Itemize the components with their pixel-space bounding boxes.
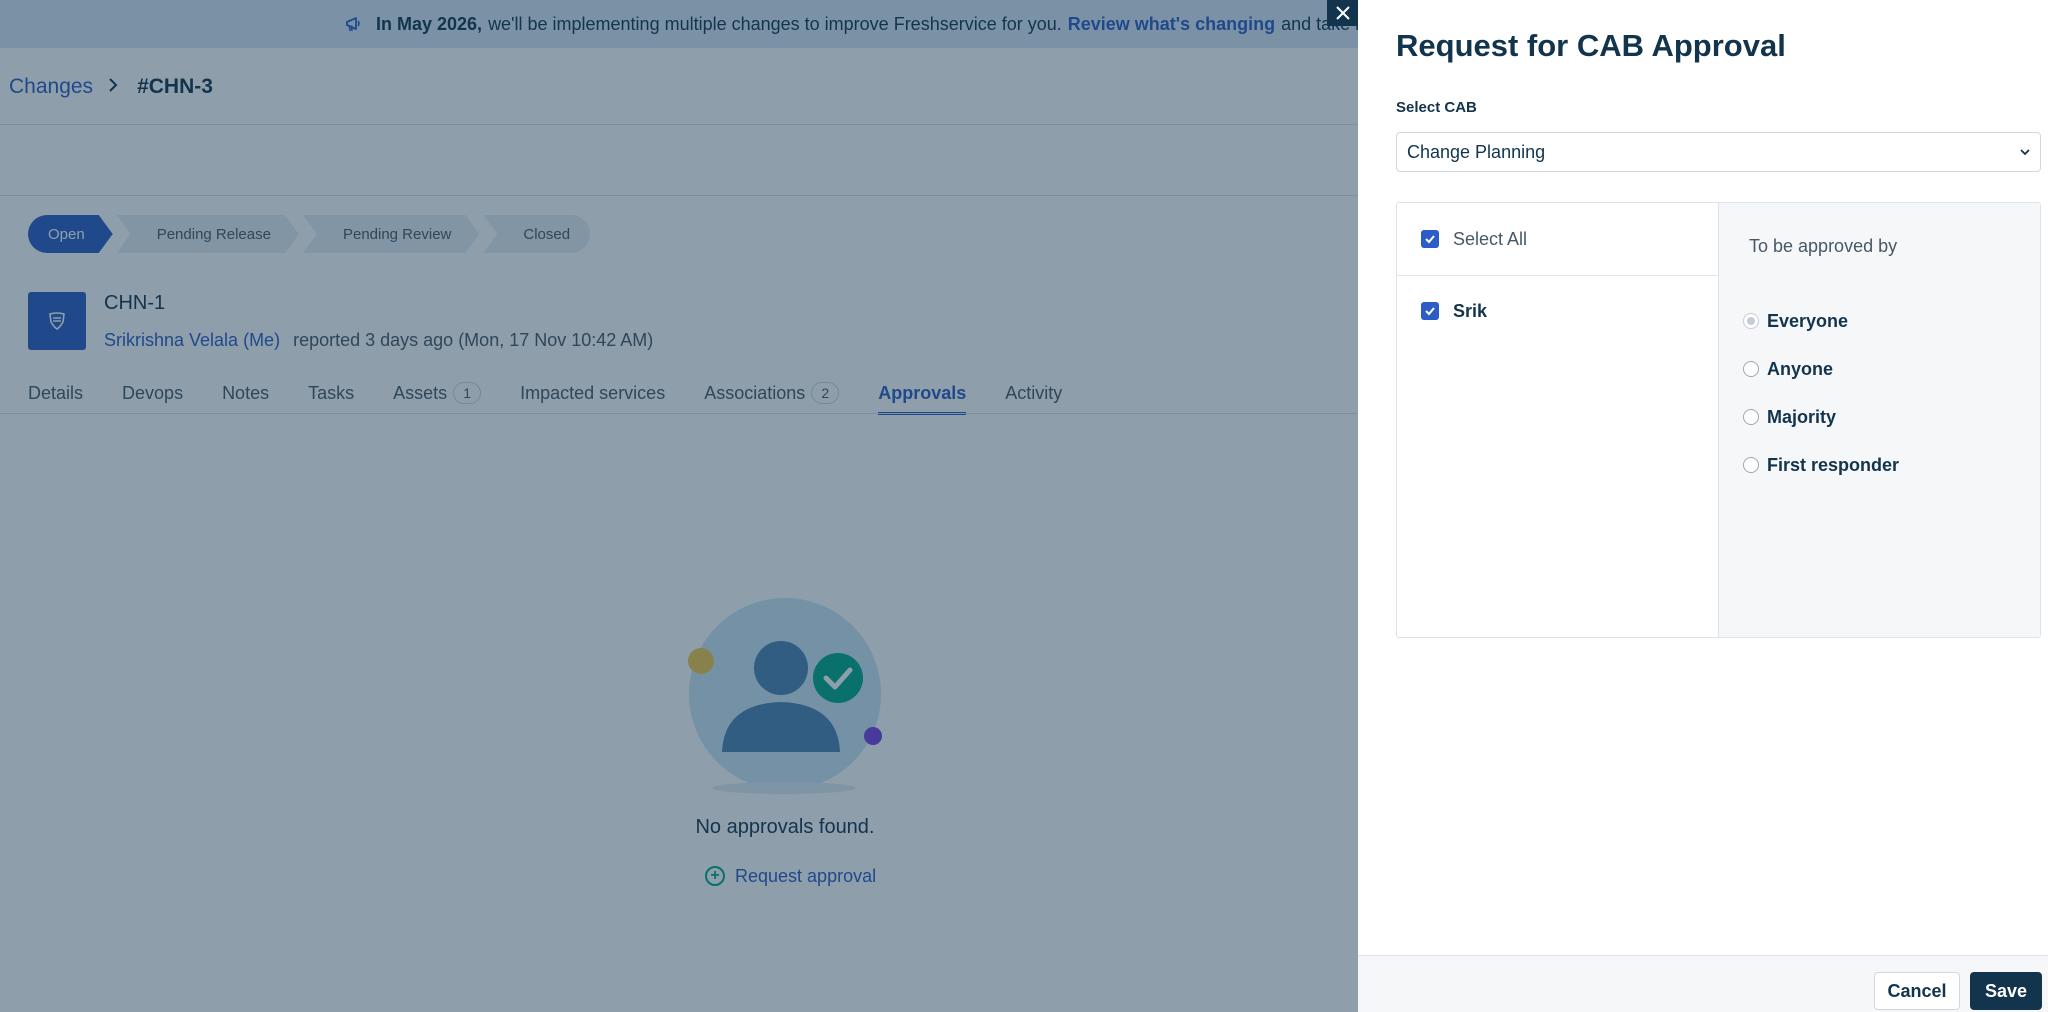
- approval-rule-options: Everyone Anyone Majority First responder: [1743, 297, 1899, 489]
- approved-by-label: To be approved by: [1749, 236, 1898, 256]
- close-drawer-button[interactable]: [1327, 0, 1358, 26]
- cab-select-value: Change Planning: [1407, 141, 1546, 162]
- select-all-row[interactable]: Select All: [1397, 203, 1718, 276]
- cab-members-panel: Select All Srik To be approved by Everyo…: [1396, 202, 2041, 638]
- radio-button[interactable]: [1743, 457, 1759, 473]
- member-name: Srik: [1453, 300, 1488, 321]
- radio-button[interactable]: [1743, 313, 1759, 329]
- select-all-checkbox[interactable]: [1421, 230, 1439, 248]
- drawer-title: Request for CAB Approval: [1396, 28, 1786, 63]
- radio-label: Anyone: [1767, 358, 1834, 379]
- radio-option-first-responder[interactable]: First responder: [1743, 441, 1899, 489]
- cab-approval-drawer: Request for CAB Approval Select CAB Chan…: [1358, 0, 2048, 1012]
- close-icon: [1335, 6, 1350, 20]
- approval-rule-column: To be approved by Everyone Anyone Majori…: [1719, 203, 2040, 637]
- radio-label: First responder: [1767, 454, 1900, 475]
- modal-overlay[interactable]: [0, 0, 1358, 1012]
- radio-label: Everyone: [1767, 310, 1849, 331]
- radio-option-anyone[interactable]: Anyone: [1743, 345, 1899, 393]
- select-all-label: Select All: [1453, 228, 1528, 249]
- radio-button[interactable]: [1743, 361, 1759, 377]
- radio-option-majority[interactable]: Majority: [1743, 393, 1899, 441]
- member-checkbox[interactable]: [1421, 302, 1439, 320]
- cancel-button[interactable]: Cancel: [1874, 972, 1960, 1010]
- select-cab-label: Select CAB: [1396, 99, 1477, 116]
- members-column: Select All Srik: [1397, 203, 1719, 637]
- cab-select[interactable]: Change Planning: [1396, 132, 2041, 172]
- radio-label: Majority: [1767, 406, 1837, 427]
- radio-button[interactable]: [1743, 409, 1759, 425]
- drawer-footer: Cancel Save: [1358, 955, 2048, 1012]
- save-button[interactable]: Save: [1970, 972, 2042, 1010]
- member-row[interactable]: Srik: [1397, 276, 1718, 346]
- chevron-down-icon: [2020, 149, 2030, 156]
- radio-option-everyone[interactable]: Everyone: [1743, 297, 1899, 345]
